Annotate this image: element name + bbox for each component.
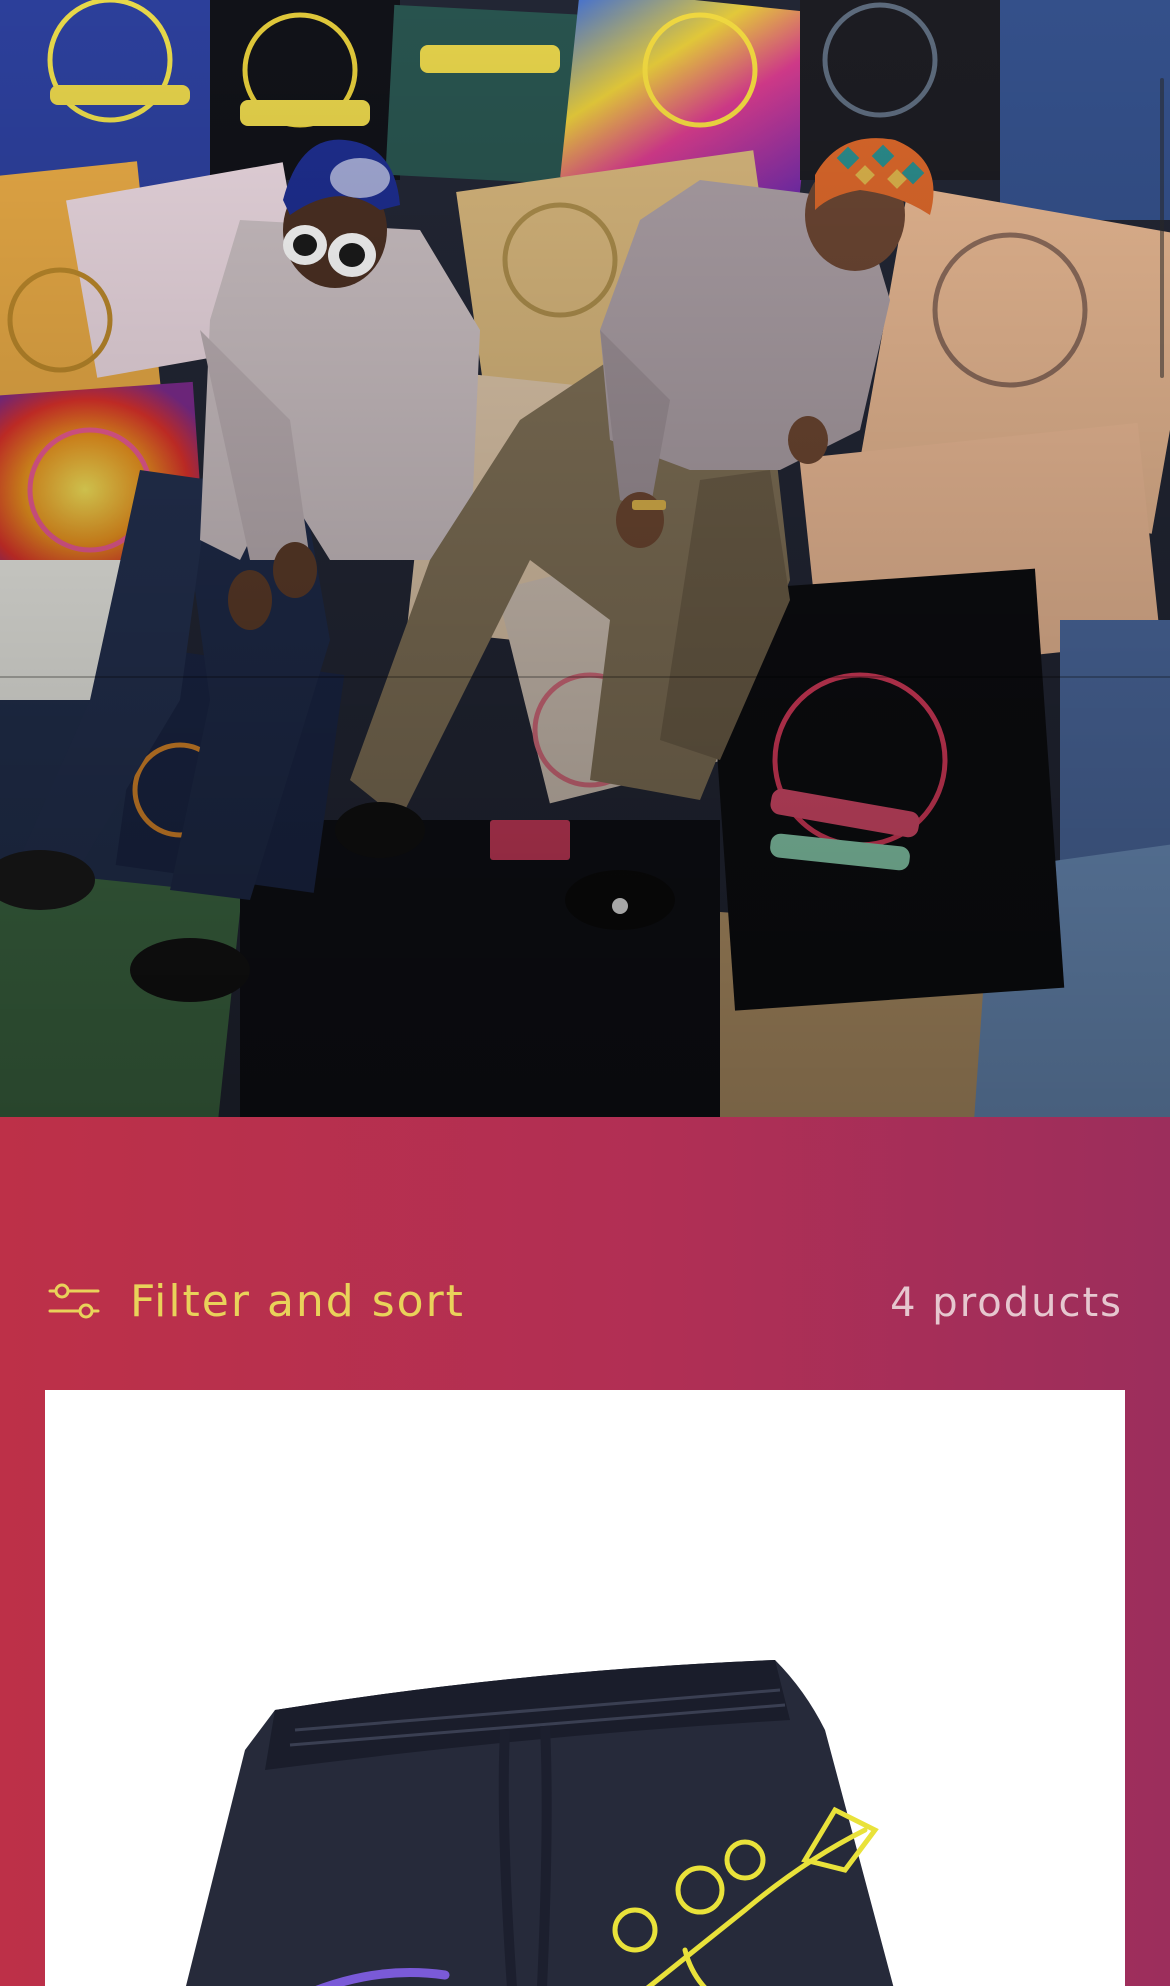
product-card[interactable] xyxy=(45,1390,1125,1986)
filter-and-sort-label: Filter and sort xyxy=(130,1275,465,1327)
sliders-icon xyxy=(48,1283,100,1319)
product-image xyxy=(186,1660,894,1986)
hero-photo xyxy=(0,0,1170,1117)
collection-hero-image xyxy=(0,0,1170,1117)
facets-toolbar: Filter and sort 4 products xyxy=(0,1240,1170,1360)
filter-and-sort-button[interactable]: Filter and sort xyxy=(48,1266,465,1336)
product-count: 4 products xyxy=(890,1280,1123,1326)
scrollbar-thumb[interactable] xyxy=(1160,78,1164,378)
